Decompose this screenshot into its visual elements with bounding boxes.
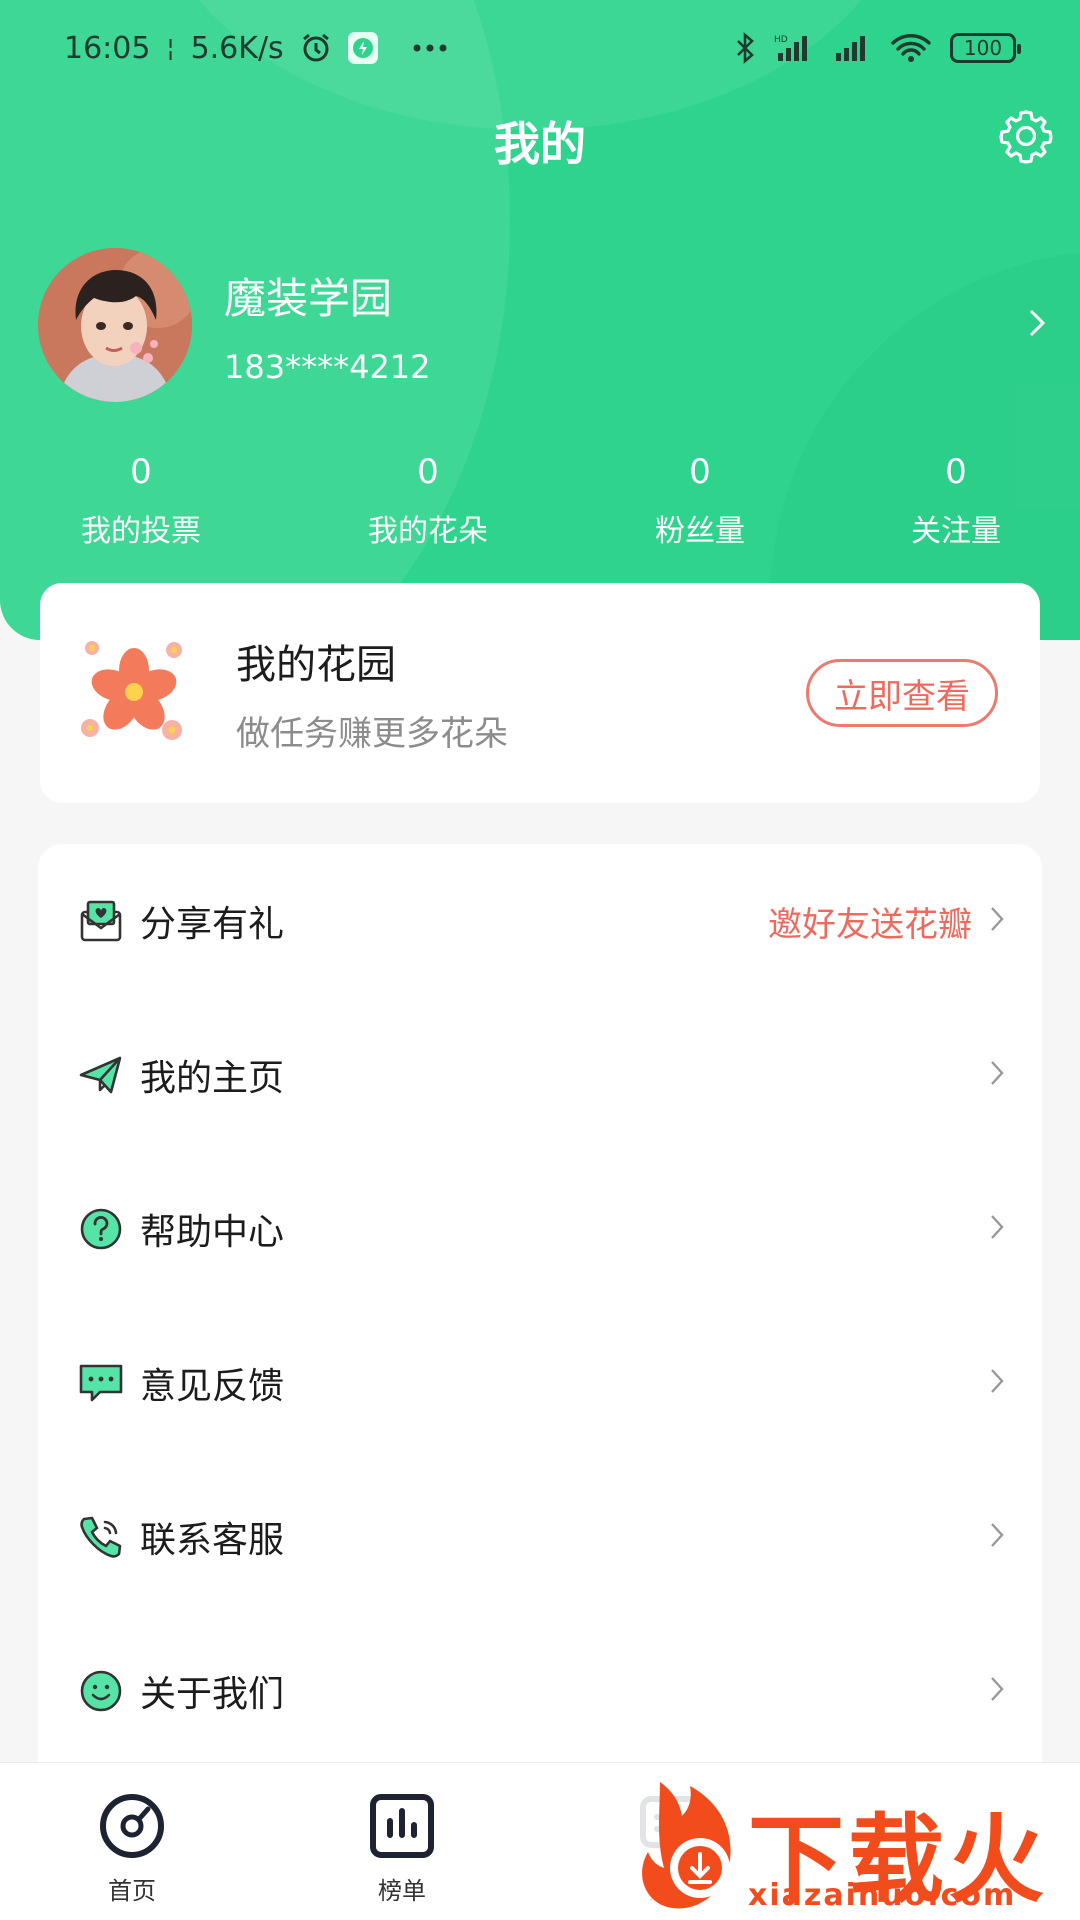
signal-icon: HD: [774, 33, 814, 63]
menu-label: 关于我们: [140, 1674, 285, 1715]
question-icon: [78, 1206, 124, 1252]
menu-item-about[interactable]: 关于我们: [38, 1614, 1042, 1768]
status-net-speed: 5.6K/s: [190, 30, 284, 66]
menu-item-homepage[interactable]: 我的主页: [38, 998, 1042, 1152]
avatar[interactable]: [38, 248, 192, 402]
garden-card[interactable]: 我的花园 做任务赚更多花朵 立即查看: [40, 583, 1040, 803]
status-bar: 16:05 ¦ 5.6K/s HD 100: [0, 0, 1080, 96]
view-garden-button[interactable]: 立即查看: [806, 659, 998, 727]
nickname: 魔装学园: [224, 273, 393, 323]
status-time: 16:05: [64, 30, 151, 66]
nav-label: 首页: [108, 1877, 156, 1905]
stat-following[interactable]: 0 关注量: [856, 452, 1056, 550]
garden-subtitle: 做任务赚更多花朵: [236, 713, 508, 754]
gift-envelope-icon: [78, 898, 124, 944]
menu-label: 我的主页: [140, 1058, 285, 1099]
stat-votes[interactable]: 0 我的投票: [41, 452, 241, 550]
garden-title: 我的花园: [236, 641, 396, 688]
stat-fans[interactable]: 0 粉丝量: [600, 452, 800, 550]
profile-header: 16:05 ¦ 5.6K/s HD 100 我的 魔装学园 183****421…: [0, 0, 1080, 640]
stat-value: 0: [417, 452, 439, 492]
page-title: 我的: [494, 117, 586, 171]
alarm-icon: [300, 32, 332, 64]
menu-label: 帮助中心: [140, 1212, 285, 1253]
watermark-logo: 下载火 xiazaihuo.com: [640, 1772, 1080, 1920]
stat-value: 0: [130, 452, 152, 492]
menu-item-support[interactable]: 联系客服: [38, 1460, 1042, 1614]
chevron-right-icon: [1028, 308, 1046, 342]
profile-row[interactable]: 魔装学园 183****4212: [38, 248, 1048, 402]
flower-icon: [76, 634, 194, 752]
svg-text:HD: HD: [774, 35, 788, 45]
menu-label: 意见反馈: [140, 1366, 285, 1407]
chevron-right-icon: [990, 1368, 1004, 1398]
more-icon: [412, 43, 448, 53]
chevron-right-icon: [990, 1060, 1004, 1090]
disc-icon: [100, 1794, 164, 1858]
stat-label: 我的花朵: [368, 514, 488, 549]
chevron-right-icon: [990, 1676, 1004, 1706]
share-promo-text: 邀好友送花瓣: [768, 904, 972, 945]
flame-icon: [642, 1782, 731, 1909]
signal-icon: [832, 33, 872, 63]
stat-label: 粉丝量: [655, 514, 745, 549]
menu-item-help[interactable]: 帮助中心: [38, 1152, 1042, 1306]
gear-icon: [997, 107, 1055, 169]
menu-item-feedback[interactable]: 意见反馈: [38, 1306, 1042, 1460]
menu-item-share[interactable]: 分享有礼 邀好友送花瓣: [38, 844, 1042, 998]
nav-ranking[interactable]: 榜单: [332, 1791, 472, 1906]
status-divider: ¦: [166, 34, 175, 62]
settings-button[interactable]: [996, 108, 1056, 168]
stat-flowers[interactable]: 0 我的花朵: [328, 452, 528, 550]
menu-list: 分享有礼 邀好友送花瓣 我的主页 帮助中心 意见反馈 联系客服 关于我们: [38, 844, 1042, 1920]
phone-number: 183****4212: [224, 347, 431, 386]
wifi-icon: [890, 32, 932, 64]
nav-home[interactable]: 首页: [62, 1791, 202, 1906]
paper-plane-icon: [78, 1052, 124, 1098]
chart-icon: [370, 1794, 434, 1858]
smile-icon: [78, 1668, 124, 1714]
chat-bubble-icon: [78, 1360, 124, 1406]
shield-icon: [347, 32, 378, 64]
phone-icon: [78, 1514, 124, 1560]
stat-label: 我的投票: [81, 514, 201, 549]
chevron-right-icon: [990, 1522, 1004, 1552]
stat-label: 关注量: [911, 514, 1001, 549]
stat-value: 0: [689, 452, 711, 492]
chevron-right-icon: [990, 1214, 1004, 1244]
stats-row: 0 我的投票 0 我的花朵 0 粉丝量 0 关注量: [0, 452, 1080, 552]
stat-value: 0: [945, 452, 967, 492]
watermark-url: xiazaihuo.com: [748, 1878, 1017, 1913]
menu-label: 联系客服: [140, 1520, 285, 1561]
menu-label: 分享有礼: [140, 904, 285, 945]
nav-label: 榜单: [378, 1877, 426, 1905]
bluetooth-icon: [734, 32, 756, 64]
battery-icon: 100: [950, 33, 1021, 63]
chevron-right-icon: [990, 906, 1004, 936]
